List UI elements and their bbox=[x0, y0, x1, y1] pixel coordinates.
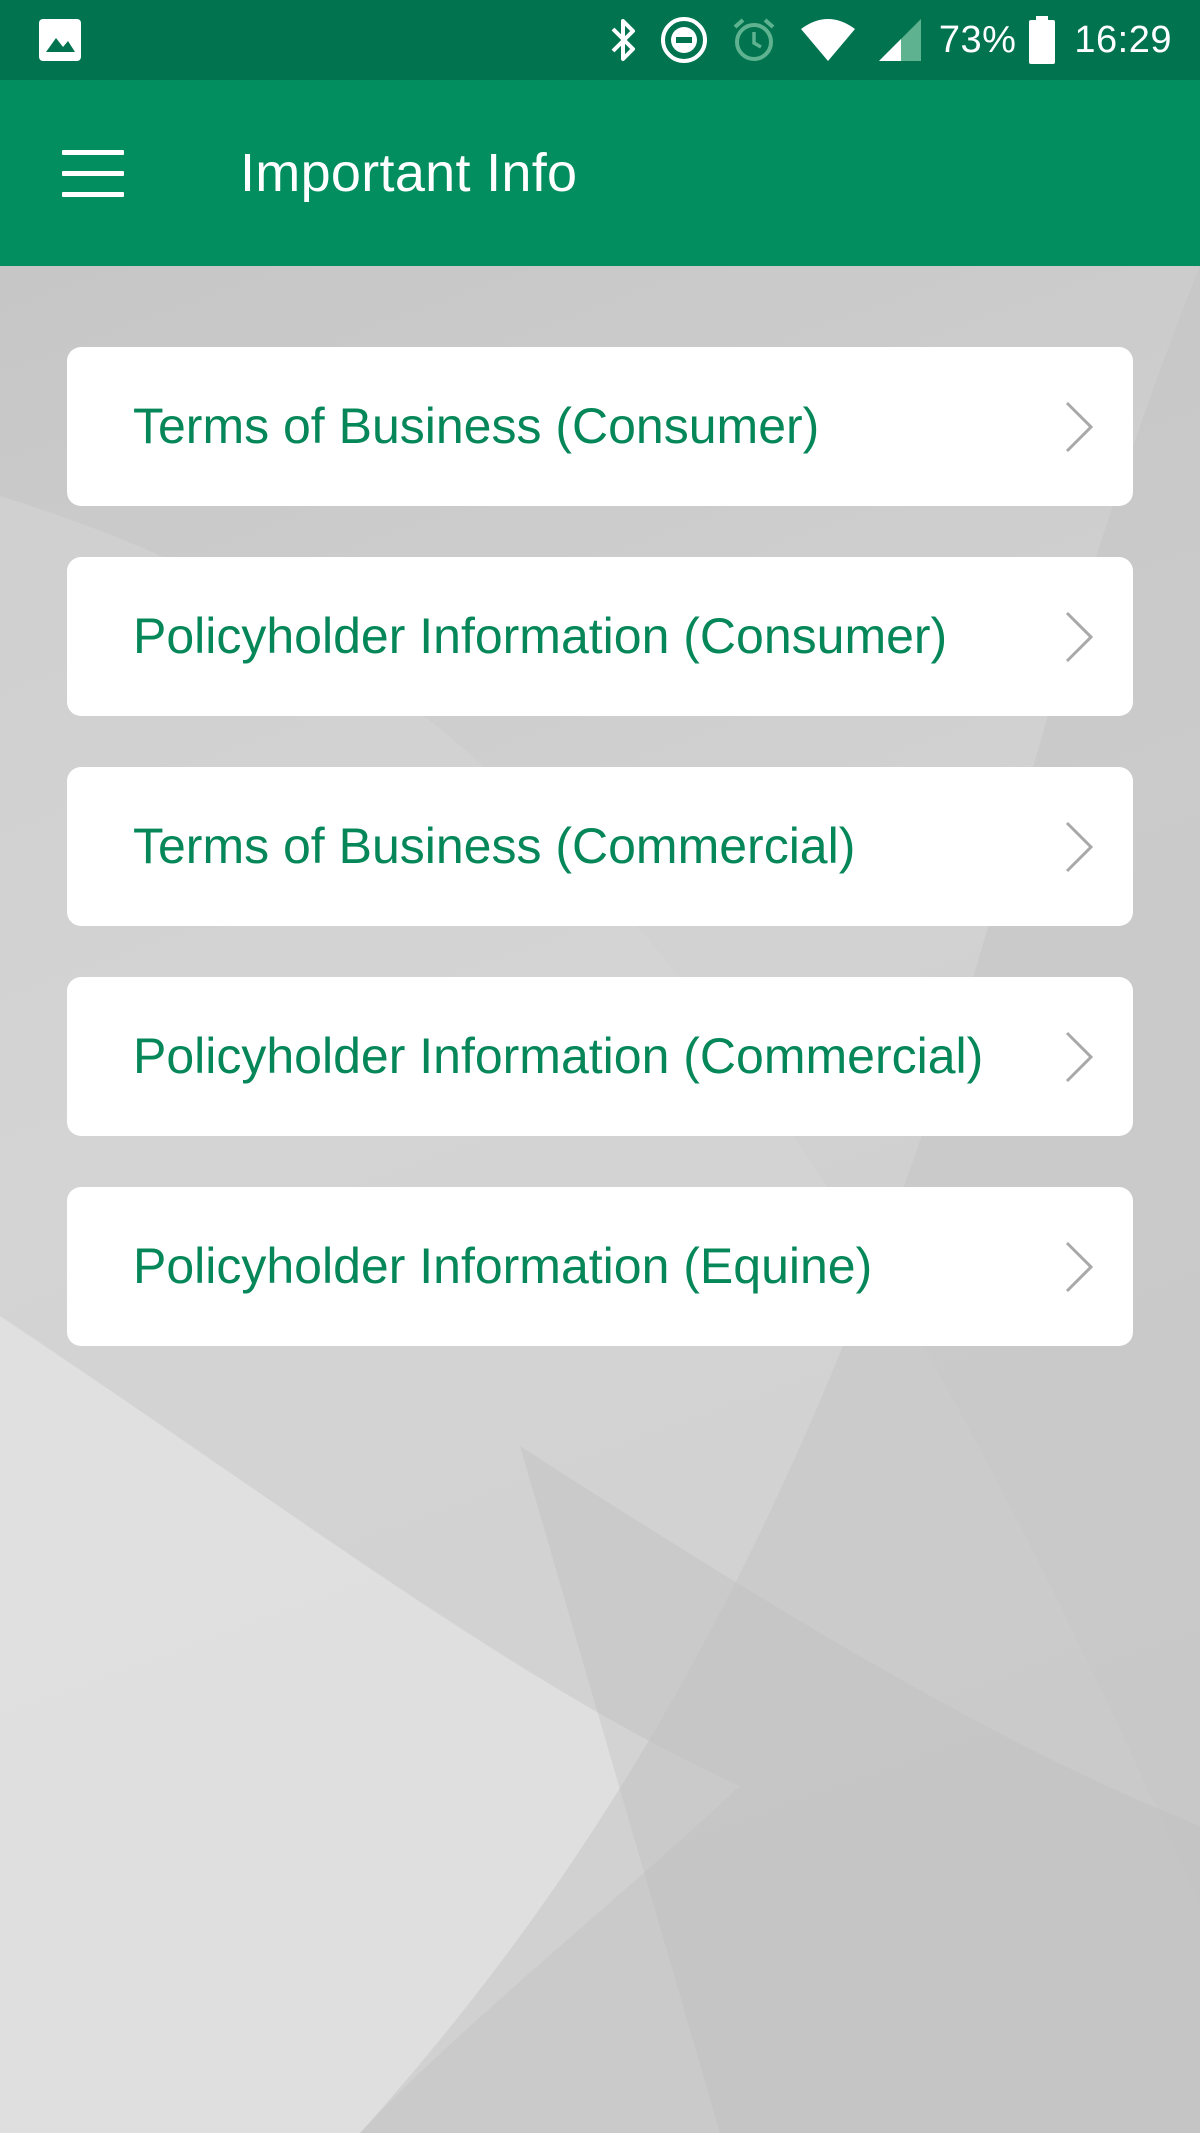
bluetooth-icon bbox=[611, 19, 635, 61]
hamburger-menu-icon[interactable] bbox=[48, 136, 138, 210]
status-time: 16:29 bbox=[1074, 18, 1172, 61]
do-not-disturb-icon bbox=[660, 17, 707, 63]
cell-signal-icon bbox=[878, 19, 921, 61]
app-bar: Important Info bbox=[0, 80, 1200, 266]
chevron-right-icon bbox=[1065, 1241, 1094, 1293]
menu-item-label: Terms of Business (Commercial) bbox=[133, 818, 856, 874]
menu-line bbox=[62, 149, 124, 155]
content-area: Terms of Business (Consumer) Policyholde… bbox=[0, 266, 1200, 2133]
menu-item-label: Policyholder Information (Commercial) bbox=[133, 1028, 984, 1084]
chevron-right-icon bbox=[1065, 611, 1094, 663]
menu-item-policyholder-consumer[interactable]: Policyholder Information (Consumer) bbox=[67, 557, 1133, 716]
menu-item-policyholder-equine[interactable]: Policyholder Information (Equine) bbox=[67, 1187, 1133, 1346]
menu-item-terms-commercial[interactable]: Terms of Business (Commercial) bbox=[67, 767, 1133, 926]
battery-icon bbox=[1029, 16, 1056, 64]
menu-item-label: Policyholder Information (Equine) bbox=[133, 1238, 873, 1294]
menu-line bbox=[62, 191, 124, 197]
menu-item-terms-consumer[interactable]: Terms of Business (Consumer) bbox=[67, 347, 1133, 506]
battery-percent: 73% bbox=[938, 18, 1017, 61]
chevron-right-icon bbox=[1065, 401, 1094, 453]
gallery-icon bbox=[39, 19, 81, 61]
wifi-icon bbox=[800, 19, 855, 61]
status-icons: 73% 16:29 bbox=[589, 0, 1172, 80]
menu-item-label: Policyholder Information (Consumer) bbox=[133, 608, 948, 664]
chevron-right-icon bbox=[1065, 1031, 1094, 1083]
alarm-icon bbox=[733, 18, 775, 61]
menu-item-label: Terms of Business (Consumer) bbox=[133, 398, 820, 454]
chevron-right-icon bbox=[1065, 821, 1094, 873]
status-bar: 73% 16:29 bbox=[0, 0, 1200, 80]
info-menu-list: Terms of Business (Consumer) Policyholde… bbox=[67, 347, 1133, 1397]
menu-line bbox=[62, 170, 124, 176]
menu-item-policyholder-commercial[interactable]: Policyholder Information (Commercial) bbox=[67, 977, 1133, 1136]
page-title: Important Info bbox=[240, 143, 578, 203]
